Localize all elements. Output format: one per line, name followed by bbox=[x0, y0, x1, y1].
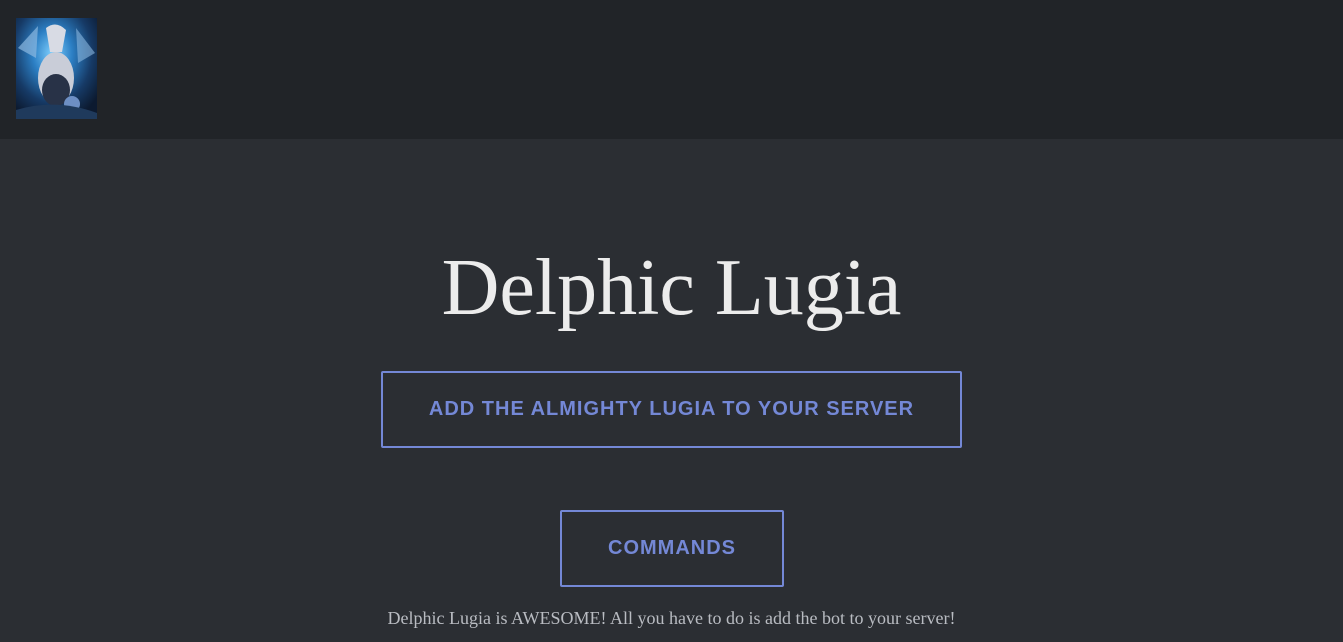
commands-button[interactable]: COMMANDS bbox=[560, 510, 784, 587]
add-to-server-button[interactable]: ADD THE ALMIGHTY LUGIA TO YOUR SERVER bbox=[381, 371, 962, 448]
top-header bbox=[0, 0, 1343, 139]
page-title: Delphic Lugia bbox=[441, 244, 902, 332]
lugia-avatar-icon[interactable] bbox=[16, 18, 97, 119]
tagline-text: Delphic Lugia is AWESOME! All you have t… bbox=[387, 608, 956, 628]
